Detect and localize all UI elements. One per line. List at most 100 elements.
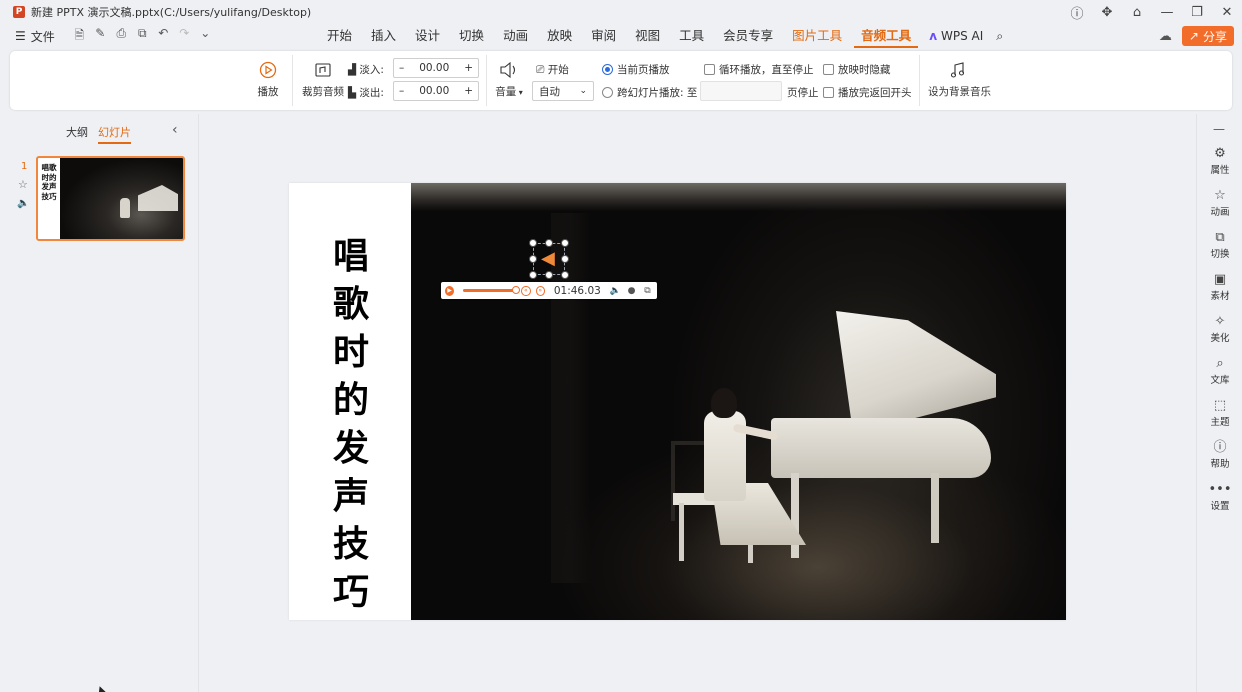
sidebar-item-theme[interactable]: ⬚ 主题 <box>1197 398 1242 428</box>
chevron-down-icon: ▾ <box>516 88 523 97</box>
sidebar-item-label: 动画 <box>1210 207 1230 218</box>
fade-out-stepper[interactable]: – 00.00 + <box>393 81 479 101</box>
sidebar-item-beautify[interactable]: ✧ 美化 <box>1197 314 1242 344</box>
thumbnail-photo <box>60 158 183 239</box>
sidebar-item-help[interactable]: ⓘ 帮助 <box>1197 440 1242 470</box>
slides-panel: 大纲 幻灯片 ‹ 1 ☆ 🔈 唱歌时的发声技巧 <box>0 114 199 692</box>
tab-review[interactable]: 审阅 <box>584 24 623 48</box>
tab-animation[interactable]: 动画 <box>496 24 535 48</box>
fade-out-value: 00.00 <box>419 85 450 97</box>
tab-outline[interactable]: 大纲 <box>66 124 88 144</box>
resize-handle[interactable] <box>529 271 537 279</box>
slide-thumbnail[interactable]: 唱歌时的发声技巧 <box>36 156 185 241</box>
sidebar-item-properties[interactable]: ⚙ 属性 <box>1197 146 1242 176</box>
fade-in-text: 淡入: <box>359 64 384 76</box>
tab-home[interactable]: 开始 <box>320 24 359 48</box>
volume-icon[interactable]: 🔈 <box>610 286 621 296</box>
collapse-panel-icon[interactable]: ‹ <box>172 122 178 138</box>
decrement-icon[interactable]: – <box>399 85 404 97</box>
fullscreen-icon[interactable]: ⧉ <box>642 286 653 296</box>
audio-object[interactable]: ◀ <box>529 239 569 279</box>
resize-handle[interactable] <box>561 239 569 247</box>
page-stop-label: 页停止 <box>787 87 819 99</box>
minimize-sidebar-icon[interactable]: — <box>1213 122 1225 136</box>
tab-view[interactable]: 视图 <box>628 24 667 48</box>
brush-icon[interactable]: ✎ <box>92 26 109 47</box>
wps-ai-button[interactable]: ʌ WPS AI <box>923 29 989 43</box>
decrement-icon[interactable]: – <box>399 62 404 74</box>
sidebar-item-settings[interactable]: ••• 设置 <box>1197 482 1242 512</box>
progress-knob[interactable] <box>512 286 521 294</box>
share-button[interactable]: ↗ 分享 <box>1181 26 1234 46</box>
play-across-label: 跨幻灯片播放: 至 <box>617 87 698 99</box>
info-dot-icon[interactable]: ● <box>626 286 637 296</box>
tab-slides[interactable]: 幻灯片 <box>98 124 131 144</box>
sidebar-item-animation[interactable]: ☆ 动画 <box>1197 188 1242 218</box>
increment-icon[interactable]: + <box>464 62 473 74</box>
rewind-after-play-checkbox[interactable]: 播放完返回开头 <box>823 85 912 100</box>
resize-handle[interactable] <box>561 255 569 263</box>
resize-handle[interactable] <box>561 271 569 279</box>
sidebar-item-transition[interactable]: ⧉ 切换 <box>1197 230 1242 260</box>
tab-insert[interactable]: 插入 <box>364 24 403 48</box>
tab-slideshow[interactable]: 放映 <box>540 24 579 48</box>
close-button[interactable]: ✕ <box>1212 5 1242 20</box>
hide-during-show-checkbox[interactable]: 放映时隐藏 <box>823 62 891 77</box>
search-icon[interactable]: ⌕ <box>989 24 1010 48</box>
trim-audio-button[interactable]: 裁剪音频 <box>301 59 345 99</box>
home-icon[interactable]: ⌂ <box>1122 5 1152 20</box>
tab-transitions[interactable]: 切换 <box>452 24 491 48</box>
tab-picture-tools[interactable]: 图片工具 <box>785 24 849 48</box>
forward-button[interactable]: » <box>535 285 545 296</box>
piano-photo[interactable] <box>411 183 1066 620</box>
tab-design[interactable]: 设计 <box>408 24 447 48</box>
print-preview-icon[interactable]: ⧉ <box>134 26 151 47</box>
play-current-label: 当前页播放 <box>617 64 670 76</box>
resize-handle[interactable] <box>545 239 553 247</box>
volume-button[interactable]: 音量 ▾ <box>494 59 524 99</box>
tab-member[interactable]: 会员专享 <box>716 24 780 48</box>
sidebar-item-material[interactable]: ▣ 素材 <box>1197 272 1242 302</box>
cloud-icon[interactable]: ☁ <box>1159 29 1172 44</box>
audio-progress-slider[interactable] <box>463 286 521 294</box>
file-menu[interactable]: ☰ 文件 <box>15 28 55 45</box>
undo-icon[interactable]: ↶ <box>155 26 172 47</box>
save-icon[interactable]: 🗎 <box>71 26 88 47</box>
slide-title[interactable]: 唱歌时的发声技巧 <box>331 233 371 617</box>
set-background-music-label: 设为背景音乐 <box>928 86 991 98</box>
resize-handle[interactable] <box>529 255 537 263</box>
maximize-button[interactable]: ❐ <box>1182 5 1212 20</box>
ribbon-tabs: 开始 插入 设计 切换 动画 放映 审阅 视图 工具 会员专享 图片工具 音频工… <box>320 24 1015 48</box>
sidebar-item-label: 主题 <box>1210 417 1230 428</box>
play-button[interactable]: 播放 <box>254 59 282 99</box>
minimize-button[interactable]: — <box>1152 5 1182 20</box>
resize-handle[interactable] <box>529 239 537 247</box>
increment-icon[interactable]: + <box>464 85 473 97</box>
loop-checkbox[interactable]: 循环播放，直至停止 <box>704 62 814 77</box>
piano-leg <box>931 473 939 543</box>
resize-handle[interactable] <box>545 271 553 279</box>
slide-canvas[interactable]: 唱歌时的发声技巧 <box>289 183 1066 620</box>
piano-body <box>771 418 991 478</box>
fade-in-stepper[interactable]: – 00.00 + <box>393 58 479 78</box>
tab-audio-tools[interactable]: 音频工具 <box>854 24 919 48</box>
set-background-music-button[interactable]: 设为背景音乐 <box>928 59 991 99</box>
pin-icon[interactable]: ✥ <box>1092 5 1122 20</box>
redo-icon[interactable]: ↷ <box>176 26 193 47</box>
audio-tools-ribbon: 播放 裁剪音频 ▟ 淡入: – 00.00 + ▙ 淡出: – 00.00 + … <box>10 51 1232 110</box>
start-mode-select[interactable]: 自动 ⌄ <box>532 81 594 101</box>
play-across-slides-option[interactable]: 跨幻灯片播放: 至 <box>602 85 697 100</box>
audio-play-button[interactable]: ▶ <box>445 285 455 296</box>
customize-chevron-icon[interactable]: ⌄ <box>197 26 214 47</box>
stop-at-slide-stepper[interactable] <box>700 81 782 101</box>
print-icon[interactable]: ⎙ <box>113 26 130 47</box>
share-icon: ↗ <box>1188 29 1199 43</box>
wps-ai-icon: ʌ <box>929 29 938 43</box>
sidebar-item-library[interactable]: ⌕ 文库 <box>1197 356 1242 386</box>
material-icon: ▣ <box>1213 272 1227 287</box>
tab-tools[interactable]: 工具 <box>672 24 711 48</box>
music-note-icon <box>947 59 969 81</box>
info-icon[interactable]: ⓘ <box>1062 3 1092 22</box>
rewind-button[interactable]: « <box>521 285 531 296</box>
play-current-page-option[interactable]: 当前页播放 <box>602 62 670 77</box>
